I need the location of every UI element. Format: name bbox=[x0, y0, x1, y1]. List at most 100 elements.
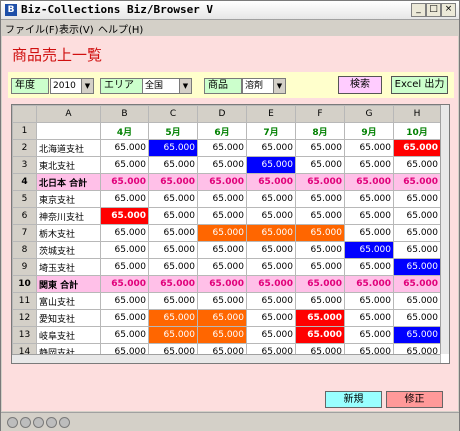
value-cell[interactable]: 65.000 bbox=[148, 275, 198, 293]
branch-name-cell[interactable]: 愛知支社 bbox=[36, 309, 101, 327]
value-cell[interactable]: 65.000 bbox=[148, 326, 198, 344]
value-cell[interactable]: 65.000 bbox=[100, 292, 149, 310]
value-cell[interactable]: 65.000 bbox=[197, 309, 247, 327]
value-cell[interactable]: 65.000 bbox=[148, 173, 198, 191]
row-header[interactable]: 6 bbox=[12, 207, 37, 225]
branch-name-cell[interactable]: 栃木支社 bbox=[36, 224, 101, 242]
value-cell[interactable]: 65.000 bbox=[393, 292, 441, 310]
value-cell[interactable]: 65.000 bbox=[197, 190, 247, 208]
branch-name-cell[interactable]: 埼玉支社 bbox=[36, 258, 101, 276]
value-cell[interactable]: 65.000 bbox=[393, 241, 441, 259]
value-cell[interactable]: 65.000 bbox=[344, 224, 394, 242]
value-cell[interactable]: 65.000 bbox=[393, 139, 441, 157]
value-cell[interactable]: 65.000 bbox=[295, 190, 345, 208]
menu-view[interactable]: 表示(V) bbox=[59, 21, 94, 36]
column-header[interactable]: D bbox=[197, 105, 247, 123]
row-header[interactable]: 1 bbox=[12, 122, 37, 140]
value-cell[interactable]: 65.000 bbox=[148, 292, 198, 310]
column-header[interactable]: C bbox=[148, 105, 198, 123]
row-header[interactable]: 10 bbox=[12, 275, 37, 293]
value-cell[interactable]: 65.000 bbox=[148, 139, 198, 157]
value-cell[interactable]: 65.000 bbox=[295, 156, 345, 174]
value-cell[interactable]: 65.000 bbox=[344, 241, 394, 259]
value-cell[interactable]: 65.000 bbox=[100, 258, 149, 276]
value-cell[interactable]: 65.000 bbox=[148, 190, 198, 208]
area-select[interactable]: 全国 ▼ bbox=[142, 78, 192, 94]
value-cell[interactable]: 65.000 bbox=[246, 156, 296, 174]
row-header[interactable]: 2 bbox=[12, 139, 37, 157]
value-cell[interactable]: 65.000 bbox=[344, 190, 394, 208]
row-header[interactable]: 4 bbox=[12, 173, 37, 191]
value-cell[interactable]: 65.000 bbox=[344, 207, 394, 225]
value-cell[interactable]: 65.000 bbox=[246, 139, 296, 157]
column-header[interactable]: B bbox=[100, 105, 149, 123]
value-cell[interactable]: 65.000 bbox=[246, 309, 296, 327]
column-header[interactable]: E bbox=[246, 105, 296, 123]
value-cell[interactable]: 65.000 bbox=[295, 241, 345, 259]
menu-file[interactable]: ファイル(F) bbox=[5, 21, 59, 36]
value-cell[interactable]: 65.000 bbox=[246, 241, 296, 259]
value-cell[interactable]: 65.000 bbox=[100, 139, 149, 157]
value-cell[interactable]: 65.000 bbox=[197, 326, 247, 344]
branch-name-cell[interactable]: 北海道支社 bbox=[36, 139, 101, 157]
close-button[interactable]: × bbox=[441, 3, 456, 17]
value-cell[interactable]: 65.000 bbox=[344, 326, 394, 344]
value-cell[interactable]: 65.000 bbox=[393, 173, 441, 191]
value-cell[interactable]: 65.000 bbox=[344, 258, 394, 276]
value-cell[interactable]: 65.000 bbox=[100, 207, 149, 225]
branch-name-cell[interactable]: 神奈川支社 bbox=[36, 207, 101, 225]
excel-export-button[interactable]: Excel 出力 bbox=[391, 76, 448, 94]
menu-help[interactable]: ヘルプ(H) bbox=[98, 21, 143, 36]
row-header[interactable]: 7 bbox=[12, 224, 37, 242]
vertical-scrollbar[interactable] bbox=[440, 105, 449, 354]
value-cell[interactable]: 65.000 bbox=[295, 173, 345, 191]
value-cell[interactable]: 65.000 bbox=[197, 139, 247, 157]
value-cell[interactable]: 65.000 bbox=[148, 241, 198, 259]
value-cell[interactable]: 65.000 bbox=[197, 207, 247, 225]
value-cell[interactable]: 65.000 bbox=[100, 241, 149, 259]
value-cell[interactable]: 65.000 bbox=[295, 258, 345, 276]
value-cell[interactable]: 65.000 bbox=[295, 275, 345, 293]
value-cell[interactable]: 65.000 bbox=[197, 241, 247, 259]
value-cell[interactable]: 65.000 bbox=[393, 224, 441, 242]
product-select[interactable]: 溶剤 ▼ bbox=[242, 78, 286, 94]
sales-grid[interactable]: A B C D E F G H 1 4月 5月 6月 7月 8月 9月 10月 2 北海道支社 65.000 65.0… bbox=[11, 104, 450, 364]
value-cell[interactable]: 65.000 bbox=[344, 139, 394, 157]
value-cell[interactable]: 65.000 bbox=[197, 224, 247, 242]
value-cell[interactable]: 65.000 bbox=[246, 190, 296, 208]
value-cell[interactable]: 65.000 bbox=[393, 326, 441, 344]
value-cell[interactable]: 65.000 bbox=[393, 156, 441, 174]
value-cell[interactable]: 65.000 bbox=[197, 292, 247, 310]
column-header[interactable]: H bbox=[393, 105, 441, 123]
value-cell[interactable]: 65.000 bbox=[295, 139, 345, 157]
column-header[interactable]: G bbox=[344, 105, 394, 123]
branch-name-cell[interactable]: 東北支社 bbox=[36, 156, 101, 174]
row-header[interactable]: 8 bbox=[12, 241, 37, 259]
value-cell[interactable]: 65.000 bbox=[393, 207, 441, 225]
value-cell[interactable]: 65.000 bbox=[246, 292, 296, 310]
value-cell[interactable]: 65.000 bbox=[100, 173, 149, 191]
value-cell[interactable]: 65.000 bbox=[393, 275, 441, 293]
value-cell[interactable]: 65.000 bbox=[197, 275, 247, 293]
value-cell[interactable]: 65.000 bbox=[100, 309, 149, 327]
year-select[interactable]: 2010 ▼ bbox=[50, 78, 94, 94]
branch-name-cell[interactable]: 東京支社 bbox=[36, 190, 101, 208]
row-header[interactable]: 5 bbox=[12, 190, 37, 208]
column-header[interactable]: A bbox=[36, 105, 101, 123]
value-cell[interactable]: 65.000 bbox=[246, 207, 296, 225]
value-cell[interactable]: 65.000 bbox=[197, 258, 247, 276]
value-cell[interactable]: 65.000 bbox=[344, 156, 394, 174]
value-cell[interactable]: 65.000 bbox=[246, 224, 296, 242]
value-cell[interactable]: 65.000 bbox=[295, 207, 345, 225]
value-cell[interactable]: 65.000 bbox=[295, 292, 345, 310]
row-header[interactable]: 12 bbox=[12, 309, 37, 327]
value-cell[interactable]: 65.000 bbox=[246, 258, 296, 276]
value-cell[interactable]: 65.000 bbox=[148, 258, 198, 276]
value-cell[interactable]: 65.000 bbox=[246, 326, 296, 344]
minimize-button[interactable]: _ bbox=[411, 3, 426, 17]
value-cell[interactable]: 65.000 bbox=[393, 258, 441, 276]
value-cell[interactable]: 65.000 bbox=[197, 156, 247, 174]
value-cell[interactable]: 65.000 bbox=[148, 309, 198, 327]
value-cell[interactable]: 65.000 bbox=[295, 309, 345, 327]
edit-button[interactable]: 修正 bbox=[386, 391, 443, 408]
